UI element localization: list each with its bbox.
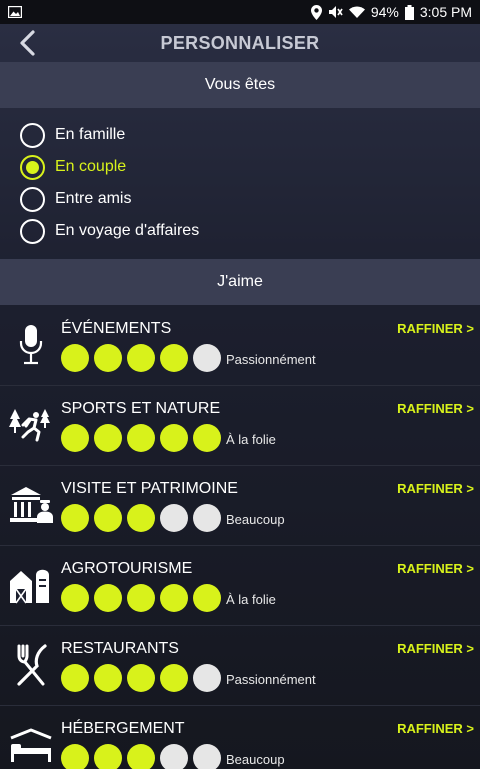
radio-checked-icon [20, 154, 45, 180]
rating-dot-filled[interactable] [61, 344, 89, 372]
category-row-restaurants: RESTAURANTS RAFFINER > Passionnément [0, 626, 480, 706]
barn-icon [8, 562, 54, 608]
status-bar: 94% 3:05 PM [0, 0, 480, 24]
refine-button[interactable]: RAFFINER > [397, 561, 474, 576]
rating-dot-empty[interactable] [160, 744, 188, 769]
bed-icon [8, 722, 54, 768]
battery-percentage: 94% [370, 4, 399, 20]
rating-dot-filled[interactable] [61, 744, 89, 769]
section-header-profile: Vous êtes [0, 62, 480, 108]
rating-dot-filled[interactable] [94, 424, 122, 452]
gallery-notification-icon [8, 6, 22, 18]
radio-label: En famille [55, 126, 126, 143]
refine-button[interactable]: RAFFINER > [397, 321, 474, 336]
radio-unchecked-icon [20, 122, 45, 148]
radio-en-couple[interactable]: En couple [20, 152, 126, 182]
rating-dot-filled[interactable] [127, 664, 155, 692]
rating-dot-empty[interactable] [160, 504, 188, 532]
back-button[interactable] [12, 28, 42, 58]
refine-button[interactable]: RAFFINER > [397, 641, 474, 656]
category-title: RESTAURANTS [61, 640, 179, 657]
category-row-hebergement: HÉBERGEMENT RAFFINER > Beaucoup [0, 706, 480, 769]
rating-dots [61, 344, 221, 372]
radio-unchecked-icon [20, 218, 45, 244]
rating-dots [61, 664, 221, 692]
mute-icon [328, 5, 343, 19]
rating-dots [61, 584, 221, 612]
category-title: HÉBERGEMENT [61, 720, 185, 737]
heritage-icon [8, 482, 54, 528]
fork-knife-icon [8, 642, 54, 688]
category-title: ÉVÉNEMENTS [61, 320, 172, 337]
radio-entre-amis[interactable]: Entre amis [20, 184, 131, 214]
rating-dot-filled[interactable] [61, 504, 89, 532]
rating-dots [61, 504, 221, 532]
section-title: J'aime [217, 273, 263, 290]
chevron-left-icon [20, 30, 35, 56]
rating-level-label: À la folie [226, 432, 276, 447]
radio-label: Entre amis [55, 190, 132, 207]
rating-dots [61, 424, 221, 452]
radio-voyage-affaires[interactable]: En voyage d'affaires [20, 216, 199, 246]
category-title: SPORTS ET NATURE [61, 400, 221, 417]
rating-dot-filled[interactable] [193, 424, 221, 452]
rating-dot-filled[interactable] [94, 584, 122, 612]
section-title: Vous êtes [204, 76, 276, 93]
category-row-sports-nature: SPORTS ET NATURE RAFFINER > À la folie [0, 386, 480, 466]
wifi-icon [348, 6, 365, 19]
rating-dot-filled[interactable] [127, 504, 155, 532]
rating-level-label: Passionnément [226, 352, 316, 367]
category-row-visite-patrimoine: VISITE ET PATRIMOINE RAFFINER > Beaucoup [0, 466, 480, 546]
refine-button[interactable]: RAFFINER > [397, 721, 474, 736]
rating-dot-empty[interactable] [193, 344, 221, 372]
rating-dot-filled[interactable] [94, 504, 122, 532]
rating-dot-filled[interactable] [61, 584, 89, 612]
location-icon [310, 4, 322, 20]
radio-label: En voyage d'affaires [55, 222, 200, 239]
category-title: AGROTOURISME [61, 560, 193, 577]
refine-button[interactable]: RAFFINER > [397, 401, 474, 416]
rating-dot-filled[interactable] [127, 584, 155, 612]
clock: 3:05 PM [419, 4, 472, 20]
refine-button[interactable]: RAFFINER > [397, 481, 474, 496]
rating-dot-filled[interactable] [160, 424, 188, 452]
rating-dot-filled[interactable] [127, 424, 155, 452]
app-header: PERSONNALISER [0, 24, 480, 62]
rating-dot-filled[interactable] [127, 744, 155, 769]
category-row-agrotourisme: AGROTOURISME RAFFINER > À la folie [0, 546, 480, 626]
rating-dot-filled[interactable] [127, 344, 155, 372]
rating-dot-filled[interactable] [61, 424, 89, 452]
category-title: VISITE ET PATRIMOINE [61, 480, 238, 497]
category-row-evenements: ÉVÉNEMENTS RAFFINER > Passionnément [0, 306, 480, 386]
rating-dot-filled[interactable] [94, 744, 122, 769]
rating-level-label: Beaucoup [226, 512, 285, 527]
rating-dot-empty[interactable] [193, 664, 221, 692]
sports-nature-icon [8, 402, 54, 448]
page-title: PERSONNALISER [160, 32, 320, 53]
radio-label: En couple [55, 158, 127, 175]
radio-en-famille[interactable]: En famille [20, 120, 125, 150]
rating-dot-empty[interactable] [193, 504, 221, 532]
rating-dot-filled[interactable] [94, 664, 122, 692]
rating-level-label: Passionnément [226, 672, 316, 687]
rating-dot-empty[interactable] [193, 744, 221, 769]
microphone-icon [8, 322, 54, 368]
rating-dot-filled[interactable] [160, 584, 188, 612]
rating-dot-filled[interactable] [160, 664, 188, 692]
rating-dot-filled[interactable] [61, 664, 89, 692]
rating-level-label: À la folie [226, 592, 276, 607]
radio-unchecked-icon [20, 186, 45, 212]
rating-dots [61, 744, 221, 769]
rating-level-label: Beaucoup [226, 752, 285, 767]
traveler-type-radio-group: En famille En couple Entre amis En voyag… [0, 110, 480, 258]
battery-icon [404, 4, 414, 20]
rating-dot-filled[interactable] [94, 344, 122, 372]
rating-dot-filled[interactable] [193, 584, 221, 612]
rating-dot-filled[interactable] [160, 344, 188, 372]
section-header-likes: J'aime [0, 259, 480, 305]
